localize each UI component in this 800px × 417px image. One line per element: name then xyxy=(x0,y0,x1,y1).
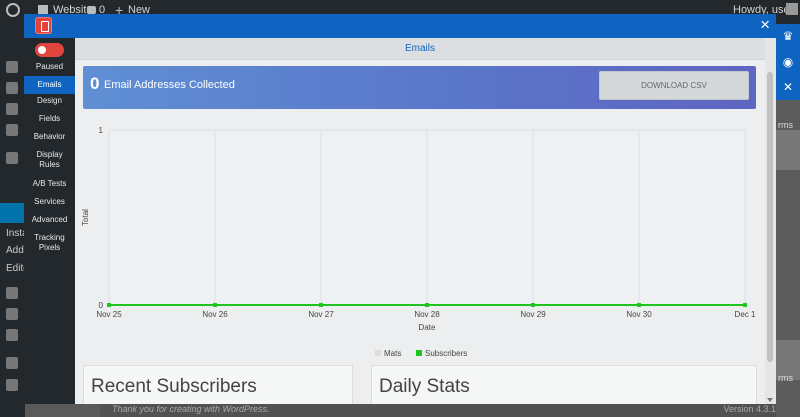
wp-footer: Thank you for creating with WordPress. V… xyxy=(100,404,776,417)
nav-item-advanced[interactable]: Advanced xyxy=(24,215,75,225)
scroll-down-arrow[interactable] xyxy=(767,398,773,402)
recent-subscribers-title: Recent Subscribers xyxy=(91,376,257,397)
emails-chart: 0 1 Nov 25 Nov 26 Nov 27 Nov 28 Nov 29 Nov 30 De… xyxy=(81,126,756,358)
wp-background-text: rms xyxy=(778,120,793,130)
x-axis-label: Date xyxy=(419,323,436,332)
comment-icon xyxy=(87,6,96,14)
email-count: 0 xyxy=(90,74,100,93)
download-csv-button[interactable]: DOWNLOAD CSV xyxy=(599,71,749,100)
crown-icon[interactable]: ♛ xyxy=(780,28,796,44)
nav-item-services[interactable]: Services xyxy=(24,197,75,207)
toggle-label: Paused xyxy=(35,62,64,71)
wordpress-logo-icon[interactable] xyxy=(6,3,20,17)
wp-background-text: rms xyxy=(778,373,793,383)
settings-icon[interactable] xyxy=(6,329,18,341)
globe-icon[interactable]: ◉ xyxy=(780,54,796,70)
footer-credit[interactable]: Thank you for creating with WordPress. xyxy=(112,404,270,414)
x-tick-label: Nov 29 xyxy=(520,310,546,319)
x-tick-label: Nov 28 xyxy=(414,310,440,319)
y-tick-label: 0 xyxy=(99,301,104,310)
data-point xyxy=(319,303,323,307)
data-point xyxy=(531,303,535,307)
close-icon[interactable]: × xyxy=(760,15,770,35)
y-axis-label: Total xyxy=(81,209,90,226)
x-tick-label: Dec 1 xyxy=(735,310,756,319)
media-icon[interactable] xyxy=(6,82,18,94)
legend-swatch-subscribers xyxy=(416,350,422,356)
y-tick-label: 1 xyxy=(99,126,104,135)
email-stat-banner: 0 Email Addresses Collected DOWNLOAD CSV xyxy=(83,66,756,109)
editor-nav: Paused Emails Design Fields Behavior Dis… xyxy=(24,38,75,404)
modal-header: × xyxy=(24,14,776,38)
nav-item-design[interactable]: Design xyxy=(24,96,75,106)
nav-item-tracking-pixels[interactable]: Tracking Pixels xyxy=(24,233,75,253)
collapse-icon[interactable] xyxy=(6,357,18,369)
pages-icon[interactable] xyxy=(6,103,18,115)
pause-toggle[interactable] xyxy=(35,43,64,57)
side-toolbar: ♛ ◉ ✕ xyxy=(776,24,800,100)
data-point xyxy=(637,303,641,307)
optin-editor-modal: × Paused Emails Design Fields Behavior D… xyxy=(24,14,776,404)
modal-scrollbar[interactable] xyxy=(765,38,776,404)
wp-admin-menu: Insta Add Edito xyxy=(0,32,29,417)
legend-label-subscribers: Subscribers xyxy=(425,349,467,358)
submenu-add[interactable]: Add xyxy=(6,245,24,256)
appearance-icon[interactable] xyxy=(6,152,18,164)
nav-item-fields[interactable]: Fields xyxy=(24,114,75,124)
pin-icon[interactable] xyxy=(6,61,18,73)
x-tick-label: Nov 25 xyxy=(96,310,122,319)
app-logo-icon xyxy=(35,17,52,34)
extra-icon[interactable] xyxy=(6,379,18,391)
daily-stats-title: Daily Stats xyxy=(379,376,470,397)
close-icon[interactable]: ✕ xyxy=(780,79,796,95)
email-count-label: Email Addresses Collected xyxy=(104,79,235,91)
scrollbar-thumb[interactable] xyxy=(767,72,773,362)
nav-item-behavior[interactable]: Behavior xyxy=(24,132,75,142)
active-plugin-menu[interactable] xyxy=(0,203,25,223)
data-point xyxy=(213,303,217,307)
recent-subscribers-panel: Recent Subscribers xyxy=(83,365,353,404)
emails-panel: Emails 0 Email Addresses Collected DOWNL… xyxy=(75,38,765,404)
x-tick-label: Nov 30 xyxy=(626,310,652,319)
data-point xyxy=(107,303,111,307)
avatar[interactable] xyxy=(786,3,798,15)
x-tick-label: Nov 26 xyxy=(202,310,228,319)
nav-item-display-rules[interactable]: Display Rules xyxy=(24,150,75,170)
page-title: Emails xyxy=(75,38,765,60)
data-point xyxy=(425,303,429,307)
x-tick-label: Nov 27 xyxy=(308,310,334,319)
tools-icon[interactable] xyxy=(6,308,18,320)
legend-swatch-mats xyxy=(375,350,381,356)
footer-version: Version 4.3.1 xyxy=(723,404,776,414)
wp-background-box xyxy=(776,130,800,170)
nav-item-emails[interactable]: Emails xyxy=(24,76,75,94)
nav-item-ab-tests[interactable]: A/B Tests xyxy=(24,179,75,189)
users-icon[interactable] xyxy=(6,287,18,299)
data-point xyxy=(743,303,747,307)
daily-stats-panel: Daily Stats xyxy=(371,365,757,404)
legend-label-mats: Mats xyxy=(384,349,401,358)
comments-icon[interactable] xyxy=(6,124,18,136)
